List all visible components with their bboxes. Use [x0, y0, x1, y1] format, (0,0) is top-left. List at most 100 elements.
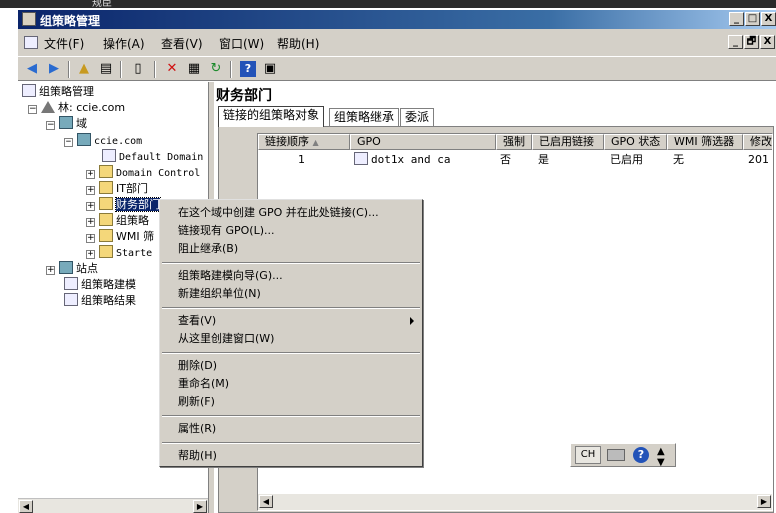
menu-item-link-existing-gpo[interactable]: 链接现有 GPO(L)...: [178, 223, 275, 239]
menu-window[interactable]: 窗口(W): [219, 35, 264, 52]
cell-modified[interactable]: 201: [748, 152, 769, 167]
mdi-restore-button[interactable]: 🗗: [744, 35, 759, 49]
scroll-right-button[interactable]: ▶: [193, 500, 207, 513]
menu-item-help[interactable]: 帮助(H): [178, 448, 217, 464]
gpo-folder-icon: [99, 213, 113, 226]
tab-delegation[interactable]: 委派: [400, 108, 435, 126]
copy-icon[interactable]: ▯: [130, 61, 146, 77]
help-circle-icon[interactable]: ?: [633, 447, 649, 463]
cell-enforced[interactable]: 否: [500, 152, 511, 167]
tree-sites-label: 站点: [76, 262, 98, 275]
column-header-gpo[interactable]: GPO: [350, 134, 496, 150]
menu-file[interactable]: 文件(F): [44, 35, 84, 52]
expand-toggle[interactable]: +: [86, 170, 95, 179]
expand-toggle[interactable]: +: [86, 218, 95, 227]
show-hide-tree-icon[interactable]: ▤: [98, 61, 114, 77]
expand-toggle[interactable]: +: [46, 266, 55, 275]
column-header-link-order[interactable]: 链接顺序 ▲: [258, 134, 350, 150]
collapse-toggle[interactable]: −: [46, 121, 55, 130]
tree-sites[interactable]: + 站点: [46, 261, 98, 276]
title-bar[interactable]: 组策略管理 _ □ X: [18, 10, 776, 29]
menu-item-modeling-wizard[interactable]: 组策略建模向导(G)...: [178, 268, 283, 284]
toolbar-separator: [68, 61, 70, 78]
tree-item-gpo-objects[interactable]: + 组策略: [86, 213, 149, 228]
domains-icon: [59, 116, 73, 129]
expand-toggle[interactable]: +: [86, 234, 95, 243]
tree-domain[interactable]: − ccie.com: [64, 133, 142, 148]
column-header-enforced[interactable]: 强制: [496, 134, 532, 150]
toolbar: ◀ ▶ ▲ ▤ ▯ ✕ ▦ ↻ ? ▣: [18, 56, 776, 81]
delete-icon[interactable]: ✕: [164, 61, 180, 77]
console-tree-icon[interactable]: ▣: [262, 61, 278, 77]
menu-action[interactable]: 操作(A): [103, 35, 145, 52]
up-folder-icon[interactable]: ▲: [76, 61, 92, 77]
keyboard-icon[interactable]: [607, 449, 625, 461]
options-arrow-icon[interactable]: ▲ ▼: [657, 446, 665, 468]
tree-item-default-domain[interactable]: Default Domain: [102, 149, 203, 164]
minimize-button[interactable]: _: [729, 12, 744, 26]
cell-gpo[interactable]: dot1x and ca: [354, 152, 450, 167]
tree-root[interactable]: 组策略管理: [22, 84, 94, 99]
menu-item-new-ou[interactable]: 新建组织单位(N): [178, 286, 261, 302]
back-arrow-icon[interactable]: ◀: [24, 61, 40, 77]
collapse-toggle[interactable]: −: [28, 105, 37, 114]
menu-separator: [162, 442, 420, 444]
menu-item-create-gpo-link[interactable]: 在这个域中创建 GPO 并在此处链接(C)...: [178, 205, 379, 221]
column-header-link-enabled[interactable]: 已启用链接: [532, 134, 604, 150]
column-header-wmi-filter[interactable]: WMI 筛选器: [667, 134, 743, 150]
tree-item-it[interactable]: + IT部门: [86, 181, 148, 196]
menu-item-new-window[interactable]: 从这里创建窗口(W): [178, 331, 274, 347]
tree-domains[interactable]: − 域: [46, 116, 87, 131]
forward-arrow-icon[interactable]: ▶: [46, 61, 62, 77]
tab-inheritance[interactable]: 组策略继承: [329, 108, 400, 126]
tree-item-wmi-filters[interactable]: + WMI 筛: [86, 229, 154, 244]
background-window-strip: 规臣: [0, 0, 776, 9]
menu-separator: [162, 352, 420, 354]
collapse-toggle[interactable]: −: [64, 138, 73, 147]
console-icon: [24, 36, 38, 49]
tree-results[interactable]: 组策略结果: [64, 293, 136, 308]
close-button[interactable]: X: [761, 12, 776, 26]
cell-gpo-status[interactable]: 已启用: [610, 152, 643, 167]
refresh-icon[interactable]: ↻: [208, 61, 224, 77]
tree-modeling[interactable]: 组策略建模: [64, 277, 136, 292]
tree-item-starter-gpos[interactable]: + Starte: [86, 245, 152, 260]
language-bar: CH ? ▲ ▼: [570, 443, 676, 468]
language-indicator[interactable]: CH: [575, 446, 601, 464]
tree-item-label: Default Domain: [119, 152, 204, 163]
mdi-minimize-button[interactable]: _: [728, 35, 743, 49]
tree-results-label: 组策略结果: [81, 294, 136, 307]
menu-item-rename[interactable]: 重命名(M): [178, 376, 229, 392]
expand-toggle[interactable]: +: [86, 186, 95, 195]
tree-item-domain-controllers[interactable]: + Domain Control: [86, 165, 200, 180]
scroll-left-button[interactable]: ◀: [19, 500, 33, 513]
menu-help[interactable]: 帮助(H): [277, 35, 319, 52]
menu-view[interactable]: 查看(V): [161, 35, 203, 52]
menu-bar: 文件(F) 操作(A) 查看(V) 窗口(W) 帮助(H) _ 🗗 X: [18, 29, 776, 56]
column-header-modified[interactable]: 修改: [743, 134, 772, 150]
expand-toggle[interactable]: +: [86, 202, 95, 211]
column-header-gpo-status[interactable]: GPO 状态: [604, 134, 667, 150]
cell-link-order[interactable]: 1: [298, 152, 305, 167]
help-icon[interactable]: ?: [240, 61, 256, 77]
menu-item-view[interactable]: 查看(V): [178, 313, 216, 329]
maximize-button[interactable]: □: [745, 12, 760, 26]
mdi-close-button[interactable]: X: [760, 35, 775, 49]
background-window-text: 规臣: [92, 0, 112, 9]
tree-horizontal-scrollbar[interactable]: ◀ ▶: [18, 498, 208, 513]
scroll-right-button[interactable]: ▶: [757, 495, 771, 508]
scroll-left-button[interactable]: ◀: [259, 495, 273, 508]
tree-item-finance[interactable]: + 财务部门: [86, 197, 161, 212]
menu-item-block-inheritance[interactable]: 阻止继承(B): [178, 241, 238, 257]
cell-link-enabled[interactable]: 是: [538, 152, 549, 167]
list-horizontal-scrollbar[interactable]: ◀ ▶: [258, 494, 772, 510]
expand-toggle[interactable]: +: [86, 250, 95, 259]
properties-icon[interactable]: ▦: [186, 61, 202, 77]
tab-linked-gpos[interactable]: 链接的组策略对象: [218, 106, 325, 127]
cell-wmi-filter[interactable]: 无: [673, 152, 684, 167]
tree-forest[interactable]: − 林: ccie.com: [28, 100, 125, 115]
menu-item-properties[interactable]: 属性(R): [178, 421, 216, 437]
tree-item-label: 财务部门: [115, 197, 161, 212]
menu-item-refresh[interactable]: 刷新(F): [178, 394, 215, 410]
menu-item-delete[interactable]: 删除(D): [178, 358, 217, 374]
